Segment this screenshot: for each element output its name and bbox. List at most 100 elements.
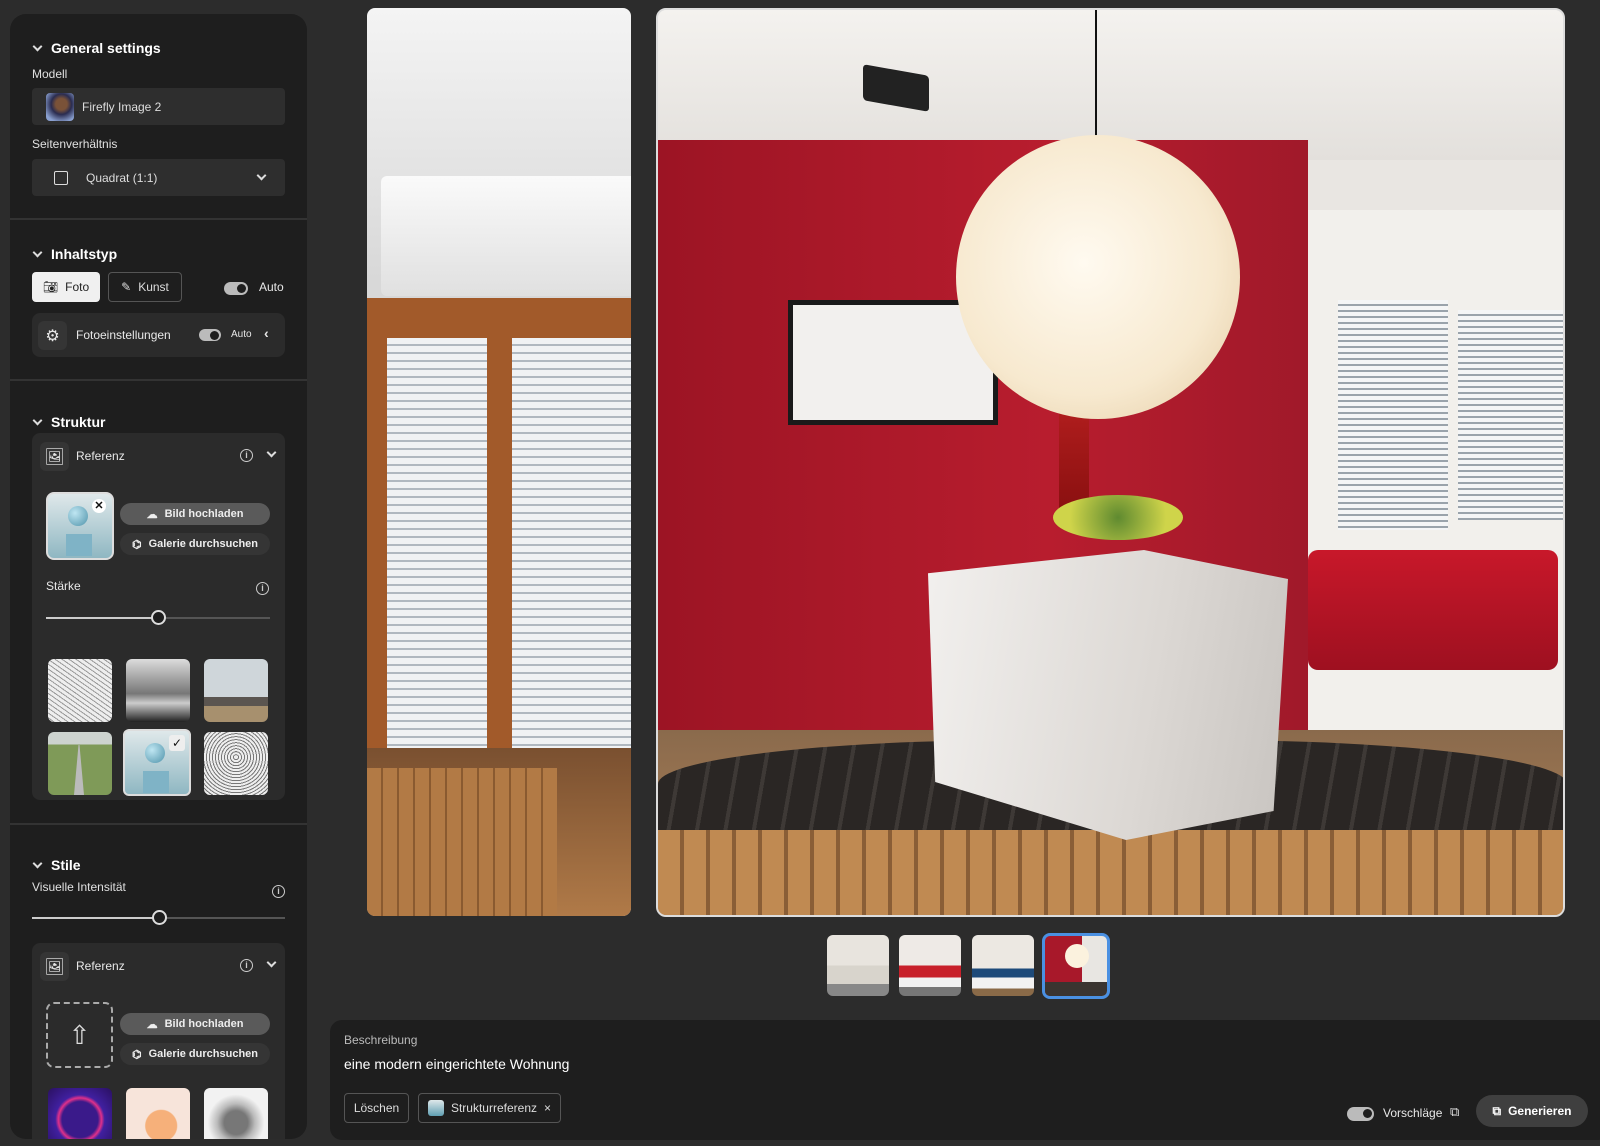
red-sofa [1308,550,1558,670]
structure-reference-thumbnail[interactable]: ✕ [46,492,114,560]
generated-image-preview-left[interactable] [367,8,631,916]
content-type-header[interactable]: Inhaltstyp [32,246,118,262]
chevron-down-icon[interactable] [266,957,277,968]
reference-label: Referenz [76,959,125,973]
upload-image-button[interactable]: ☁ Bild hochladen [120,503,270,525]
photo-settings-icon: ⚙ [38,321,67,350]
auto-label: Auto [259,280,284,294]
style-preset-neon[interactable] [48,1088,112,1139]
info-icon[interactable]: i [240,449,253,462]
chevron-down-icon [32,41,43,51]
chevron-left-icon[interactable]: ‹ [264,325,269,341]
visual-intensity-slider[interactable] [32,910,285,925]
preset-owl-drawing[interactable] [204,732,268,795]
strength-label: Stärke [46,579,81,593]
strength-slider[interactable] [46,610,270,625]
upload-label: Bild hochladen [164,1018,244,1030]
style-preset-thumbs-up[interactable] [126,1088,190,1139]
binoculars-icon: ⌬ [131,1048,142,1061]
aspect-ratio-label: Seitenverhältnis [32,137,118,151]
photo-label: Foto [65,280,90,294]
preset-bird-sketch[interactable] [48,659,112,722]
visual-intensity-label: Visuelle Intensität [32,880,126,894]
close-icon[interactable]: × [544,1101,551,1115]
suggestions-toggle[interactable] [1347,1107,1374,1121]
image-reference-icon: 🖼︎ [40,952,69,981]
upload-image-button[interactable]: ☁ Bild hochladen [120,1013,270,1035]
aspect-ratio-select[interactable]: Quadrat (1:1) [32,159,285,196]
result-thumbnail[interactable] [899,935,961,996]
browse-label: Galerie durchsuchen [148,1048,259,1060]
chevron-down-icon [32,858,43,868]
slider-handle[interactable] [151,610,166,625]
generate-button[interactable]: ⧉ Generieren [1476,1095,1588,1127]
suggestions-settings-icon[interactable]: ⧉ [1450,1104,1459,1120]
cloud-upload-icon: ☁ [146,1018,158,1031]
result-thumbnail[interactable] [827,935,889,996]
prompt-panel: Beschreibung eine modern eingerichtete W… [330,1020,1600,1140]
photo-settings-auto-toggle[interactable] [199,329,221,341]
info-icon[interactable]: i [240,959,253,972]
divider [10,823,307,825]
air-conditioner [381,176,631,296]
divider [10,379,307,381]
style-preset-engraving[interactable] [204,1088,268,1139]
result-thumbnail[interactable] [972,935,1034,996]
cloud-upload-icon: ☁ [146,508,158,521]
style-reference-card: 🖼︎ Referenz i ⇧ ☁ Bild hochladen ⌬ Galerie… [32,943,285,1139]
chevron-down-icon [256,170,267,181]
art-button[interactable]: ✎ Kunst [108,272,182,302]
generated-image-main[interactable] [656,8,1565,917]
photo-settings-card[interactable]: ⚙ Fotoeinstellungen Auto ‹ [32,313,285,357]
remove-icon[interactable]: ✕ [92,499,106,513]
camera-icon: 📷︎ [42,280,59,294]
description-label: Beschreibung [344,1033,418,1047]
section-title: General settings [51,40,161,56]
divider [10,218,307,220]
info-icon[interactable]: i [272,885,285,898]
section-title: Inhaltstyp [51,246,118,262]
browse-gallery-button[interactable]: ⌬ Galerie durchsuchen [120,533,270,555]
general-settings-header[interactable]: General settings [32,40,161,56]
slider-handle[interactable] [151,910,167,925]
browse-gallery-button[interactable]: ⌬ Galerie durchsuchen [120,1043,270,1065]
aspect-ratio-value: Quadrat (1:1) [86,170,158,185]
preset-living-room[interactable] [204,659,268,722]
styles-header[interactable]: Stile [32,857,81,873]
photo-button[interactable]: 📷︎ Foto [32,272,100,302]
checkmark-icon: ✓ [169,735,185,751]
reference-thumbnail-icon [427,1100,444,1116]
chip-label: Strukturreferenz [450,1101,538,1115]
section-title: Struktur [51,414,106,430]
chevron-down-icon[interactable] [266,447,277,458]
model-label: Modell [32,67,68,81]
info-icon[interactable]: i [256,582,269,595]
binoculars-icon: ⌬ [131,538,142,551]
chevron-down-icon [32,247,43,257]
structure-reference-chip[interactable]: Strukturreferenz × [418,1093,561,1123]
preset-misty-river[interactable] [126,659,190,722]
description-input[interactable]: eine modern eingerichtete Wohnung [344,1056,1244,1072]
structure-reference-card: 🖼︎ Referenz i ✕ ☁ Bild hochladen ⌬ Galerie… [32,433,285,800]
preset-green-road[interactable] [48,732,112,795]
pendant-lamp [956,135,1240,419]
auto-label: Auto [231,329,252,340]
preset-sphere-cube[interactable]: ✓ [123,729,191,796]
section-title: Stile [51,857,81,873]
result-thumbnail-selected[interactable] [1042,933,1110,999]
structure-header[interactable]: Struktur [32,414,106,430]
brush-icon: ✎ [121,280,132,294]
suggestions-label: Vorschläge [1383,1106,1443,1120]
plant [1053,495,1183,540]
model-select[interactable]: Firefly Image 2 [32,88,285,125]
upload-dropzone[interactable]: ⇧ [46,1002,113,1068]
generate-label: Generieren [1508,1104,1572,1118]
generate-icon: ⧉ [1492,1103,1502,1118]
model-value: Firefly Image 2 [82,99,162,114]
clear-button[interactable]: Löschen [344,1093,409,1123]
content-type-auto-toggle[interactable] [224,282,248,295]
settings-sidebar: General settings Modell Firefly Image 2 … [10,14,307,1139]
upload-label: Bild hochladen [164,508,244,520]
reference-label: Referenz [76,449,125,463]
photo-settings-label: Fotoeinstellungen [76,328,171,342]
